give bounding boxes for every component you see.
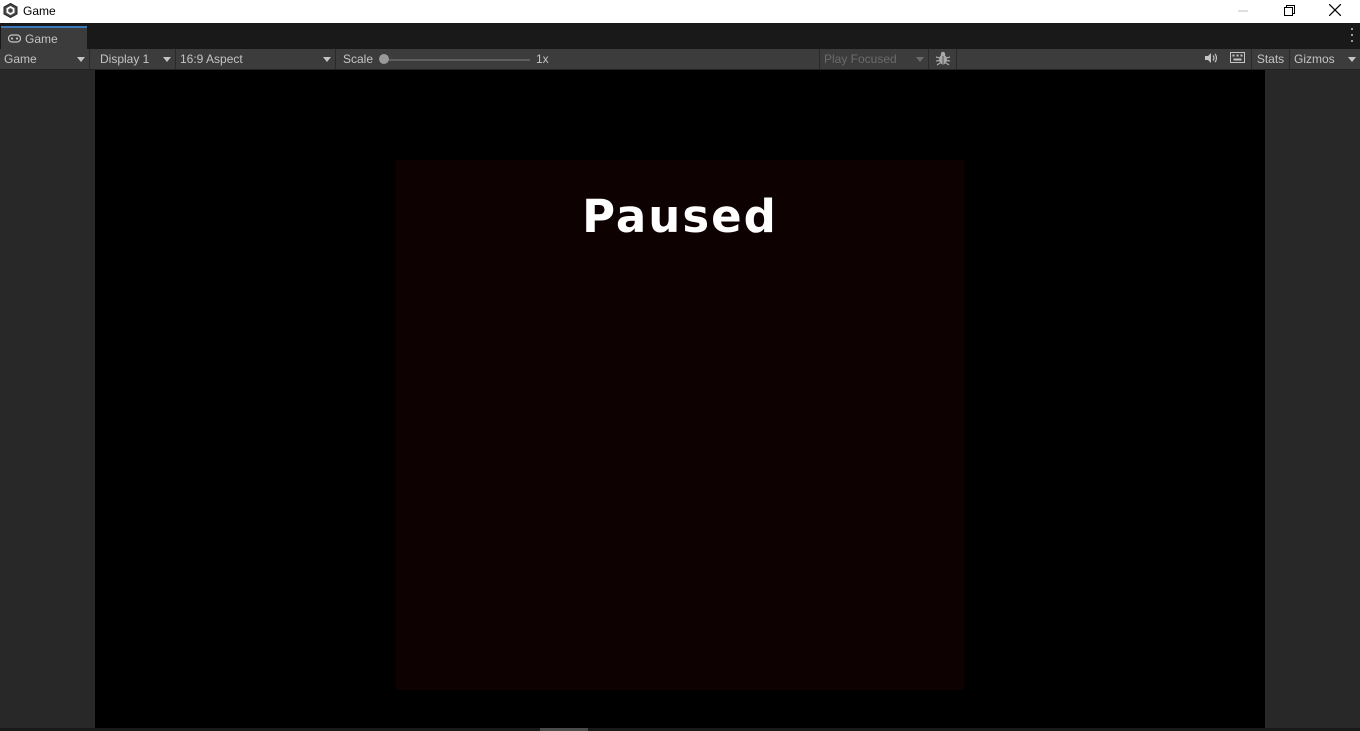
scale-value: 1x [536,52,549,66]
maximize-button[interactable] [1266,0,1312,23]
tab-bar: Game [0,23,1360,49]
dropdown-arrow-icon [1348,57,1356,62]
audio-icon [1204,52,1218,67]
minimize-icon [1238,5,1248,19]
dropdown-arrow-icon [916,57,924,62]
stats-button[interactable]: Stats [1252,49,1289,69]
aspect-label: 16:9 Aspect [180,52,243,66]
game-view-area: Paused [0,70,1360,728]
maximize-icon [1283,4,1295,19]
keyboard-icon [1229,52,1245,66]
close-button[interactable] [1312,0,1358,23]
gizmos-dropdown[interactable]: Gizmos [1290,49,1360,69]
dropdown-arrow-icon [163,57,171,62]
debug-button[interactable] [930,49,956,69]
tab-game[interactable]: Game [1,26,87,49]
gamepad-icon [7,32,22,46]
scale-label: Scale [343,52,374,66]
pause-menu-panel: Paused [396,160,964,690]
stats-label: Stats [1256,52,1285,66]
bug-icon [935,50,951,69]
mute-audio-button[interactable] [1199,49,1223,69]
tab-label: Game [25,31,58,46]
play-mode-dropdown[interactable]: Play Focused [819,49,929,69]
window-title: Game [23,4,56,18]
pause-title: Paused [582,190,778,243]
aspect-dropdown[interactable]: 16:9 Aspect [176,49,336,69]
game-toolbar: Game Display 1 16:9 Aspect Scale 1x Play… [0,49,1360,70]
game-viewport[interactable]: Paused [95,70,1265,728]
dropdown-arrow-icon [323,57,331,62]
scale-slider-handle[interactable] [379,54,389,64]
play-mode-label: Play Focused [824,52,897,66]
minimize-button[interactable] [1220,0,1266,23]
unity-logo-icon [3,2,18,19]
display-label: Display 1 [100,52,150,66]
close-icon [1328,3,1342,19]
scale-slider-track[interactable] [383,59,530,61]
display-dropdown[interactable]: Display 1 [96,49,176,69]
kebab-menu-icon[interactable] [1350,28,1354,42]
toolbar-separator [956,49,957,69]
window-titlebar: Game [0,0,1360,23]
shortcuts-button[interactable] [1224,49,1250,69]
gizmos-label: Gizmos [1294,52,1335,66]
view-mode-label: Game [4,52,37,66]
dropdown-arrow-icon [77,57,85,62]
view-mode-dropdown[interactable]: Game [0,49,90,69]
